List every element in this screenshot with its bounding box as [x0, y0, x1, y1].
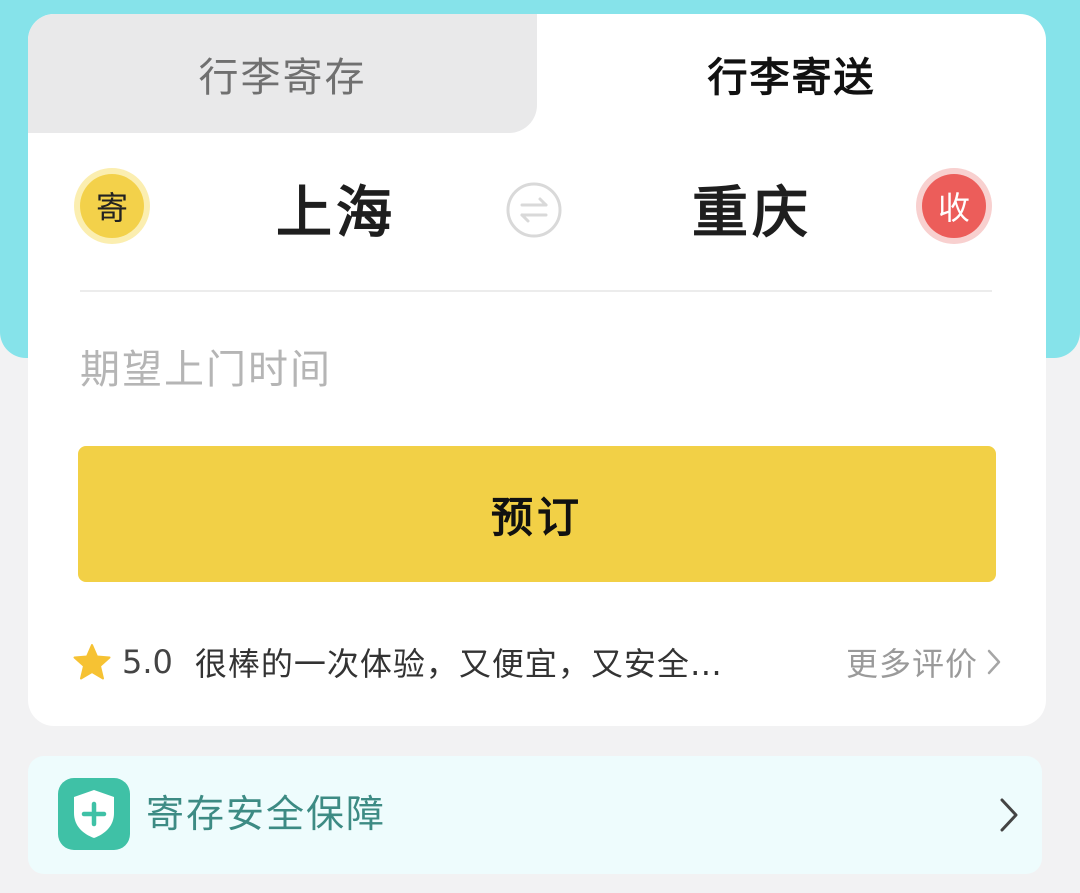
star-icon — [73, 644, 111, 680]
safety-guarantee-row[interactable]: 寄存安全保障 — [28, 756, 1042, 874]
tab-luggage-storage[interactable]: 行李寄存 — [28, 14, 537, 133]
more-reviews-label: 更多评价 — [845, 645, 978, 683]
chevron-right-icon — [987, 649, 1001, 675]
receive-badge: 收 — [922, 174, 986, 238]
tab-label: 行李寄存 — [198, 54, 367, 101]
route-row: 寄 上海 重庆 收 — [28, 166, 1046, 262]
chevron-right-icon — [1000, 798, 1018, 832]
rating-score: 5.0 — [122, 643, 173, 681]
destination-city[interactable]: 重庆 — [692, 166, 812, 262]
swap-arrows-icon[interactable] — [506, 182, 562, 238]
origin-city[interactable]: 上海 — [276, 166, 396, 262]
tab-label: 行李寄送 — [707, 54, 876, 101]
shield-badge — [58, 778, 130, 850]
more-reviews-link[interactable]: 更多评价 — [846, 639, 1002, 685]
divider — [80, 290, 992, 292]
safety-guarantee-label: 寄存安全保障 — [146, 792, 387, 836]
tab-luggage-delivery[interactable]: 行李寄送 — [537, 14, 1046, 133]
book-button[interactable]: 预订 — [78, 446, 996, 582]
shield-plus-icon — [74, 790, 114, 838]
booking-card: 行李寄存 行李寄送 寄 上海 重庆 收 期望上门时间 预订 5.0 很棒的一次体… — [28, 14, 1046, 726]
review-snippet: 很棒的一次体验，又便宜，又安全… — [194, 645, 723, 683]
send-badge: 寄 — [80, 174, 144, 238]
review-row[interactable]: 5.0 很棒的一次体验，又便宜，又安全… 更多评价 — [72, 634, 1002, 690]
pickup-time-field[interactable]: 期望上门时间 — [80, 338, 332, 402]
